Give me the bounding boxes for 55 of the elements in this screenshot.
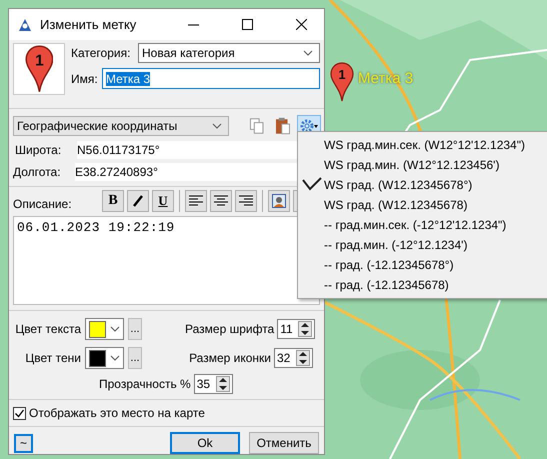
number-field[interactable]: 11 xyxy=(277,319,315,339)
spinner-icon[interactable] xyxy=(216,376,230,392)
underline-button[interactable]: U xyxy=(152,190,174,212)
icon-preview[interactable]: 1 xyxy=(13,43,65,95)
caret-icon xyxy=(212,122,222,129)
align-center-button[interactable] xyxy=(210,190,232,212)
spinner-icon[interactable] xyxy=(296,350,310,366)
tilde-button[interactable]: ~ xyxy=(14,434,33,452)
color-picker[interactable] xyxy=(85,318,124,340)
latitude-label: Широта: xyxy=(14,142,62,157)
number-field[interactable]: 32 xyxy=(274,348,313,368)
cancel-button[interactable]: Отменить xyxy=(249,432,319,454)
more-button[interactable]: ... xyxy=(128,318,142,340)
marker-icon: 1 xyxy=(330,62,354,102)
spinner-icon[interactable] xyxy=(298,321,312,337)
shadow-color-label: Цвет тени xyxy=(25,351,81,365)
caret-icon xyxy=(303,50,313,56)
window-title: Изменить метку xyxy=(40,17,138,32)
show-on-map-label: Отображать это место на карте xyxy=(29,406,205,420)
number-field[interactable]: 35 xyxy=(194,374,233,394)
copy-icon[interactable] xyxy=(249,116,264,135)
align-right-button[interactable] xyxy=(235,190,257,212)
longitude-label: Долгота: xyxy=(13,164,62,179)
marker-icon: 1 xyxy=(24,45,54,93)
coordinate-format-dropdown[interactable]: Географические координаты xyxy=(13,116,229,136)
align-center-icon xyxy=(214,194,228,207)
icon-size-label: Размер иконки xyxy=(189,351,271,365)
align-right-icon xyxy=(239,194,253,207)
minimize-icon[interactable] xyxy=(188,24,198,26)
text-color-label: Цвет текста xyxy=(15,322,81,336)
color-picker[interactable] xyxy=(85,347,124,369)
align-left-button[interactable] xyxy=(185,190,207,212)
maximize-icon[interactable] xyxy=(242,19,252,30)
checkbox[interactable] xyxy=(13,406,26,420)
font-size-label: Размер шрифта xyxy=(185,322,274,336)
category-label: Категория: xyxy=(71,46,132,60)
description-field[interactable]: 06.01.2023 19:22:19 xyxy=(13,216,320,305)
name-field[interactable]: Метка 3 xyxy=(102,68,320,89)
close-icon[interactable] xyxy=(296,19,306,30)
category-dropdown[interactable]: Новая категория xyxy=(138,43,320,63)
paste-icon[interactable] xyxy=(275,116,291,135)
opacity-label: Прозрачность % xyxy=(99,377,191,391)
app-icon xyxy=(18,18,32,32)
align-left-icon xyxy=(189,194,203,207)
description-label: Описание: xyxy=(13,196,73,212)
insert-image-button[interactable] xyxy=(268,190,290,212)
more-button[interactable]: ... xyxy=(128,347,142,369)
ok-button[interactable]: Ok xyxy=(170,432,240,454)
menu-item[interactable]: WS град. (W12.12345678) xyxy=(298,195,547,215)
name-label: Имя: xyxy=(71,72,98,86)
caret-icon xyxy=(110,355,120,361)
italic-icon xyxy=(132,194,144,207)
caret-icon xyxy=(110,326,120,332)
bold-button[interactable]: B xyxy=(102,190,124,212)
italic-button[interactable] xyxy=(127,190,149,212)
